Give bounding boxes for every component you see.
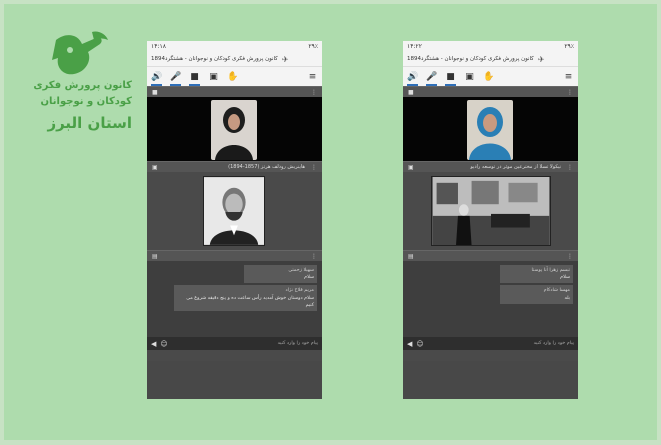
speaker-icon[interactable]: 🔊 [407, 72, 418, 86]
raise-hand-icon[interactable]: ✋ [227, 72, 238, 82]
session-title-bar: ✈ کانون پرورش فکری کودکان و نوجوانان - ه… [403, 52, 578, 67]
video-pod [147, 97, 322, 161]
slide-canvas: کانون پرورش فکری کودکان و نوجوانان استان… [4, 4, 657, 440]
send-icon[interactable]: ◀ [407, 340, 412, 348]
tesla-lab-photo [431, 176, 551, 246]
camera-icon[interactable]: ■ [189, 72, 200, 86]
chat-message: سهیلا زحمتی سلام [244, 265, 317, 284]
chat-pod: سهیلا زحمتی سلام مریم فلاح نژاد سلام دوس… [147, 261, 322, 337]
status-time: ۱۴:۲۲ [407, 43, 422, 50]
screen-share-icon[interactable]: ▣ [464, 72, 475, 82]
chat-pod-header: ▤ ⋮ [403, 250, 578, 261]
video-pod-icon: ■ [408, 88, 414, 96]
status-time: ۱۴:۱۸ [151, 43, 166, 50]
microphone-icon[interactable]: 🎤 [426, 72, 437, 86]
pod-options-icon[interactable]: ⋮ [567, 89, 573, 96]
hamburger-menu-icon[interactable]: ≡ [563, 72, 574, 82]
send-icon[interactable]: ◀ [151, 340, 156, 348]
share-pod-title: هاینریش رودلف هرتز (1857-1894) [228, 164, 305, 170]
video-pod-header: ■ ⋮ [147, 86, 322, 97]
video-pod-header: ■ ⋮ [403, 86, 578, 97]
status-bar: ۱۴:۲۲ ۲۹٪ [403, 41, 578, 52]
share-pod [403, 172, 578, 250]
logo-text-line3: استان البرز [47, 114, 132, 132]
session-title: کانون پرورش فکری کودکان و نوجوانان - هشت… [151, 56, 278, 62]
session-title: کانون پرورش فکری کودکان و نوجوانان - هشت… [407, 56, 534, 62]
chat-pod: تبسم زهرا آنا پوستا سلام مهسا شادکام بله [403, 261, 578, 337]
pod-options-icon[interactable]: ⋮ [567, 253, 573, 260]
speaker-icon[interactable]: 🔊 [151, 72, 162, 86]
share-pod-header: ▣ هاینریش رودلف هرتز (1857-1894) ⋮ [147, 161, 322, 172]
chat-sender: سهیلا زحمتی [288, 268, 314, 273]
hamburger-menu-icon[interactable]: ≡ [307, 72, 318, 82]
phone-screenshot-2: ۱۴:۲۲ ۲۹٪ ✈ کانون پرورش فکری کودکان و نو… [403, 41, 578, 399]
share-pod-header: ▣ نیکولا تسلا از مخترعین موثر در توسعه ر… [403, 161, 578, 172]
chat-message: تبسم زهرا آنا پوستا سلام [500, 265, 573, 284]
logo-text-line1: کانون پرورش فکری [33, 80, 132, 91]
media-toolbar: 🔊 🎤 ■ ▣ ✋ ≡ [147, 67, 322, 86]
chat-input-bar: ◀ ☺ پیام خود را وارد کنید [403, 337, 578, 350]
share-pod [147, 172, 322, 250]
app-logo-icon[interactable]: ✈ [538, 55, 545, 64]
phone-bottom-area [147, 361, 322, 399]
chat-text: سلام [304, 275, 314, 281]
chat-input[interactable]: پیام خود را وارد کنید [428, 341, 574, 346]
status-bar: ۱۴:۱۸ ۲۹٪ [147, 41, 322, 52]
screen-share-icon[interactable]: ▣ [208, 72, 219, 82]
emoji-icon[interactable]: ☺ [416, 340, 423, 348]
chat-sender: مریم فلاح نژاد [285, 288, 315, 294]
kanoon-logo: کانون پرورش فکری کودکان و نوجوانان استان… [33, 30, 132, 148]
status-battery: ۲۹٪ [564, 43, 574, 50]
chat-pod-header: ▤ ⋮ [147, 250, 322, 261]
chat-input[interactable]: پیام خود را وارد کنید [172, 341, 318, 346]
chat-sender: تبسم زهرا آنا پوستا [531, 268, 570, 273]
media-toolbar: 🔊 🎤 ■ ▣ ✋ ≡ [403, 67, 578, 86]
emoji-icon[interactable]: ☺ [160, 340, 167, 348]
pod-options-icon[interactable]: ⋮ [311, 253, 317, 260]
bird-logo-icon [52, 31, 108, 75]
chat-input-bar: ◀ ☺ پیام خود را وارد کنید [147, 337, 322, 350]
hertz-portrait-image [203, 176, 265, 246]
webcam-person-image [467, 100, 513, 160]
chat-message: مریم فلاح نژاد سلام دوستان خوش آمدید رأس… [174, 285, 317, 311]
phone-screenshot-1: ۱۴:۱۸ ۲۹٪ ✈ کانون پرورش فکری کودکان و نو… [147, 41, 322, 399]
chat-text: بله [564, 295, 571, 301]
pod-options-icon[interactable]: ⋮ [567, 164, 573, 171]
raise-hand-icon[interactable]: ✋ [483, 72, 494, 82]
microphone-icon[interactable]: 🎤 [170, 72, 181, 86]
session-title-bar: ✈ کانون پرورش فکری کودکان و نوجوانان - ه… [147, 52, 322, 67]
chat-text: سلام [560, 275, 570, 281]
video-pod-icon: ■ [152, 88, 158, 96]
share-pod-title: نیکولا تسلا از مخترعین موثر در توسعه راد… [470, 164, 561, 170]
logo-text-line2: کودکان و نوجوانان [40, 96, 132, 107]
app-logo-icon[interactable]: ✈ [282, 55, 289, 64]
pod-options-icon[interactable]: ⋮ [311, 89, 317, 96]
webcam-person-image [211, 100, 257, 160]
chat-text: سلام دوستان خوش آمدید رأس ساعت ده و پنج … [186, 295, 314, 308]
pod-options-icon[interactable]: ⋮ [311, 164, 317, 171]
phone-bottom-area [403, 361, 578, 399]
video-pod [403, 97, 578, 161]
chat-pod-icon: ▤ [152, 252, 158, 260]
chat-sender: مهسا شادکام [543, 288, 570, 294]
camera-icon[interactable]: ■ [445, 72, 456, 86]
chat-pod-icon: ▤ [408, 252, 414, 260]
chat-message: مهسا شادکام بله [500, 285, 573, 304]
status-battery: ۲۹٪ [308, 43, 318, 50]
